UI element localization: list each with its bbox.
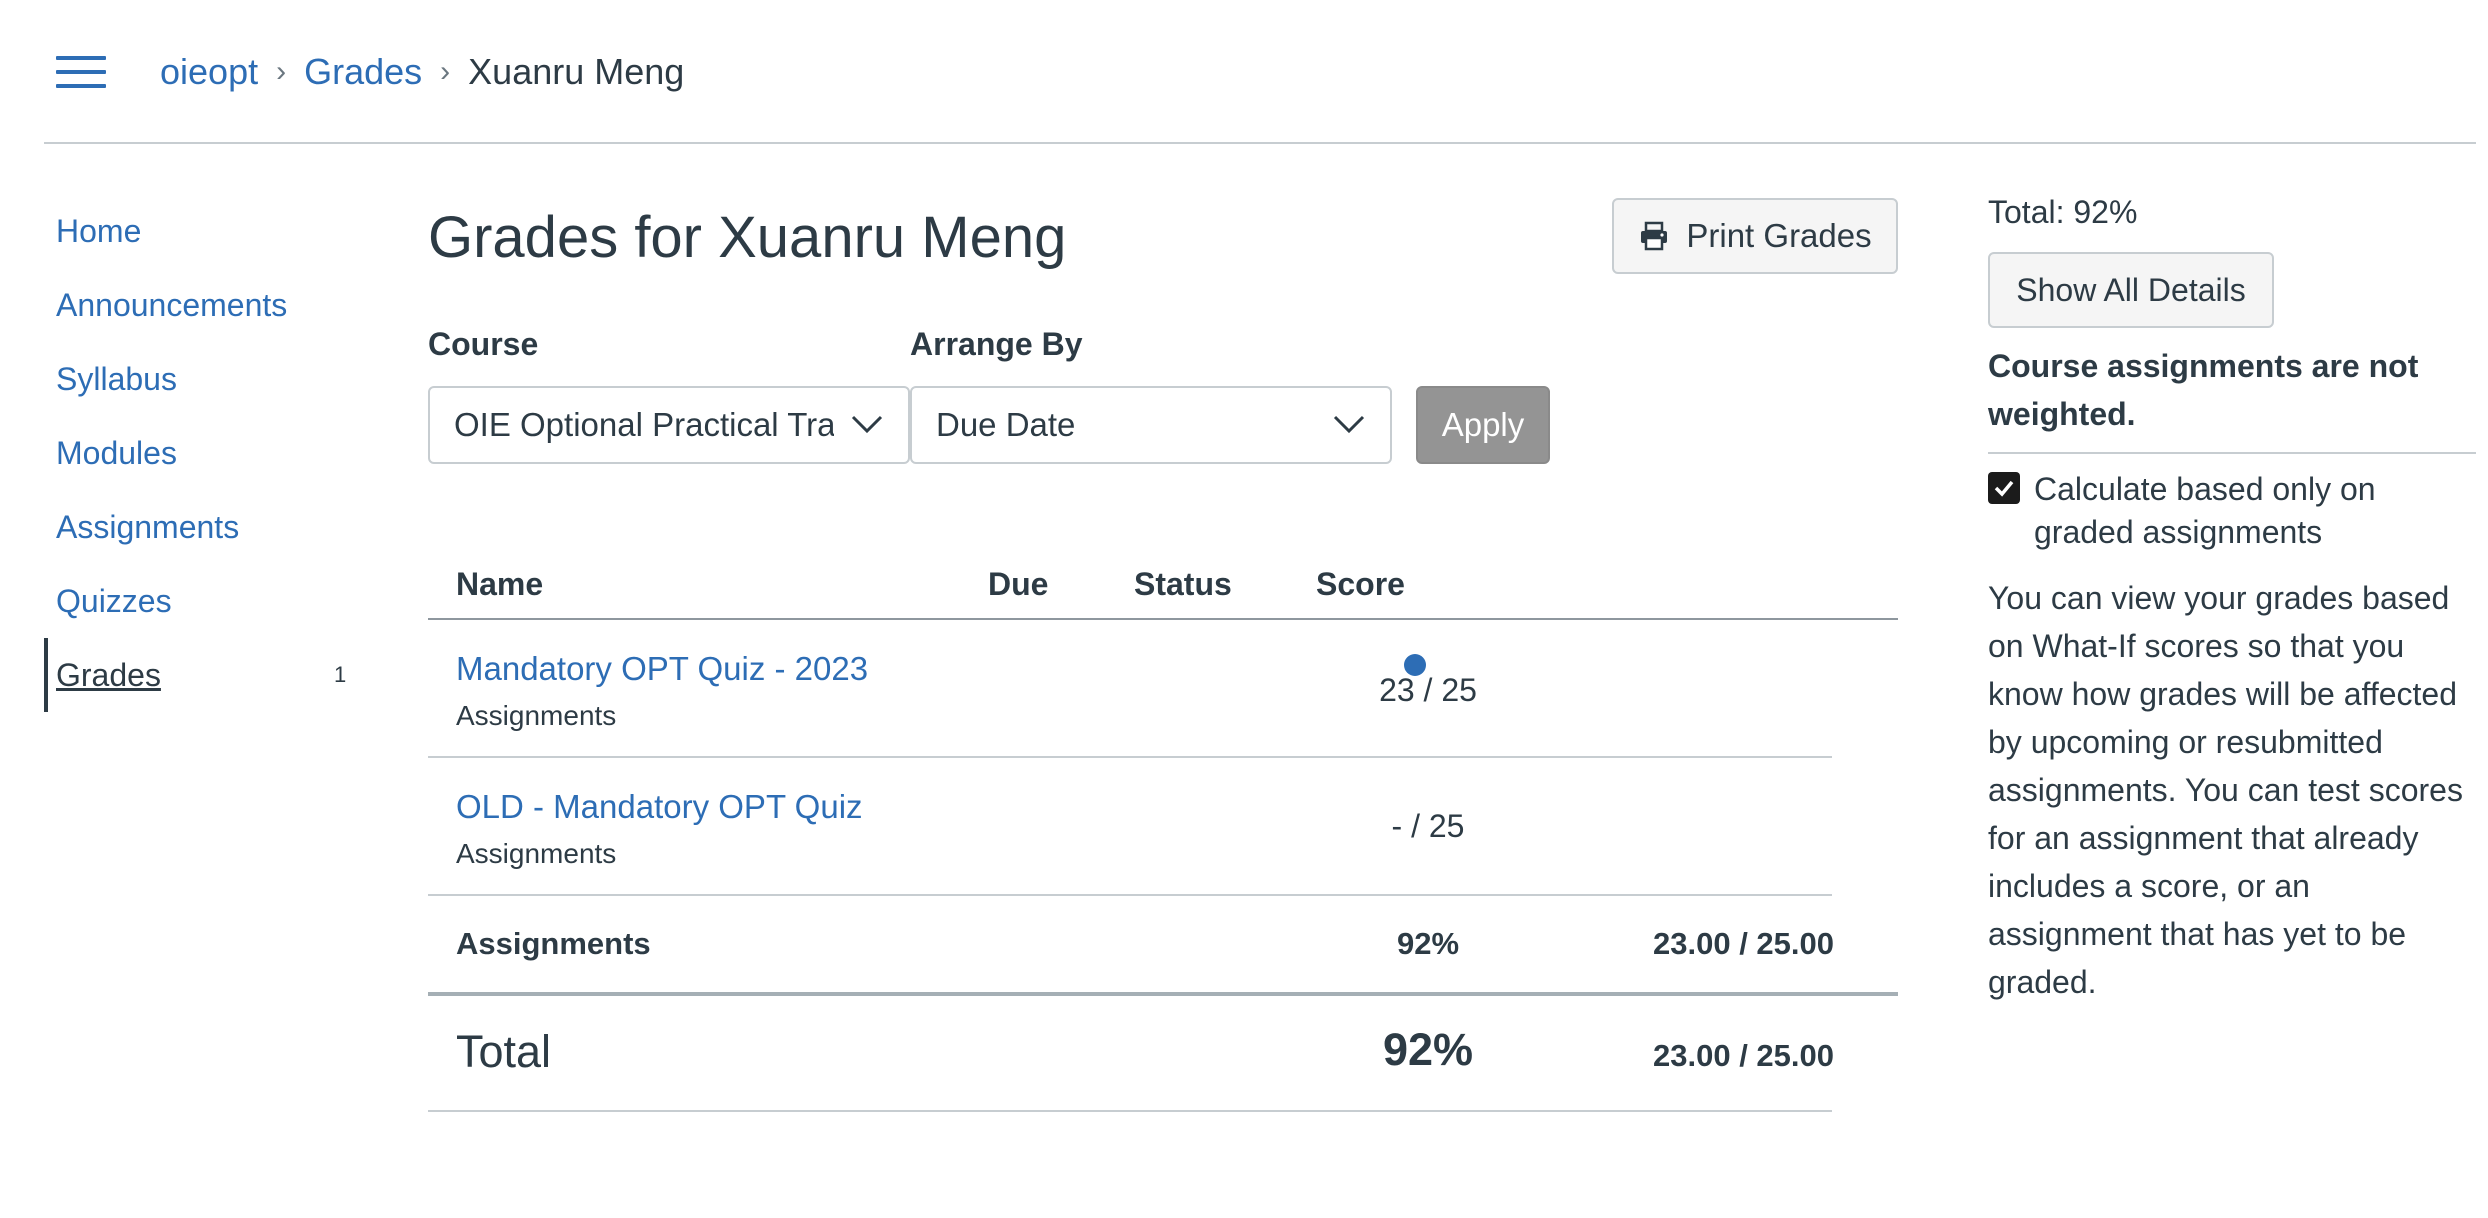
course-select[interactable]: OIE Optional Practical Training bbox=[428, 386, 910, 464]
group-total-percent: 92% bbox=[1396, 926, 1460, 961]
sidebar-total: Total: 92% bbox=[1988, 194, 2138, 230]
group-total-row: Assignments 92% 23.00 / 25.00 bbox=[428, 896, 1898, 996]
nav-item-modules[interactable]: Modules bbox=[44, 416, 354, 490]
nav-item-quizzes[interactable]: Quizzes bbox=[44, 564, 354, 638]
chevron-down-icon bbox=[851, 415, 883, 434]
column-header-name[interactable]: Name bbox=[456, 566, 543, 603]
nav-item-syllabus[interactable]: Syllabus bbox=[44, 342, 354, 416]
print-grades-button[interactable]: Print Grades bbox=[1612, 198, 1898, 274]
calculate-graded-only-label[interactable]: Calculate based only on graded assignmen… bbox=[2034, 468, 2476, 554]
what-if-description: You can view your grades based on What-I… bbox=[1988, 580, 2463, 1000]
nav-item-home[interactable]: Home bbox=[44, 194, 354, 268]
nav-item-announcements[interactable]: Announcements bbox=[44, 268, 354, 342]
group-total-fraction: 23.00 / 25.00 bbox=[1653, 926, 1834, 961]
weight-note: Course assignments are not weighted. bbox=[1988, 342, 2476, 454]
arrange-by-label: Arrange By bbox=[910, 326, 1083, 362]
nav-item-assignments[interactable]: Assignments bbox=[44, 490, 354, 564]
assignment-group: Assignments bbox=[456, 838, 617, 869]
checkmark-icon bbox=[1994, 480, 2014, 497]
apply-button[interactable]: Apply bbox=[1416, 386, 1550, 464]
nav-item-grades[interactable]: Grades 1 bbox=[44, 638, 354, 712]
show-all-details-button[interactable]: Show All Details bbox=[1988, 252, 2274, 328]
chevron-down-icon bbox=[1333, 415, 1365, 434]
final-total-fraction: 23.00 / 25.00 bbox=[1653, 1038, 1834, 1073]
breadcrumb-current: Xuanru Meng bbox=[468, 51, 685, 92]
course-select-value: OIE Optional Practical Training bbox=[454, 406, 834, 443]
page-title: Grades for Xuanru Meng bbox=[428, 205, 1067, 270]
printer-icon bbox=[1641, 221, 1668, 251]
chevron-right-icon: › bbox=[440, 55, 451, 88]
calculate-graded-only-checkbox[interactable] bbox=[1988, 472, 2020, 504]
breadcrumb: oieopt › Grades › Xuanru Meng bbox=[160, 50, 684, 94]
chevron-right-icon: › bbox=[276, 55, 287, 88]
breadcrumb-course-link[interactable]: oieopt bbox=[160, 51, 258, 93]
assignment-score: - / 25 bbox=[1391, 808, 1465, 844]
column-header-status[interactable]: Status bbox=[1134, 566, 1232, 603]
hamburger-menu-icon[interactable] bbox=[56, 54, 106, 90]
group-total-label: Assignments bbox=[456, 926, 651, 961]
grades-table: Name Due Status Score Mandatory OPT Quiz… bbox=[428, 560, 1898, 1112]
table-row: Mandatory OPT Quiz - 2023 Assignments 23… bbox=[428, 620, 1832, 758]
arrange-by-value: Due Date bbox=[936, 406, 1076, 443]
assignment-score: 23 / 25 bbox=[1379, 672, 1477, 708]
final-total-percent: 92% bbox=[1382, 1024, 1474, 1075]
assignment-link[interactable]: Mandatory OPT Quiz - 2023 bbox=[456, 650, 868, 688]
calculate-graded-only-option: Calculate based only on graded assignmen… bbox=[1988, 468, 2476, 554]
table-row: OLD - Mandatory OPT Quiz Assignments - /… bbox=[428, 758, 1832, 896]
assignment-group: Assignments bbox=[456, 700, 617, 731]
table-header-row: Name Due Status Score bbox=[428, 560, 1898, 620]
assignment-link[interactable]: OLD - Mandatory OPT Quiz bbox=[456, 788, 863, 826]
print-grades-label: Print Grades bbox=[1686, 217, 1872, 254]
column-header-score[interactable]: Score bbox=[1316, 566, 1405, 603]
nav-badge-count: 1 bbox=[334, 662, 347, 687]
course-navigation: Home Announcements Syllabus Modules Assi… bbox=[44, 194, 354, 712]
nav-item-label: Grades bbox=[56, 657, 161, 693]
final-total-row: Total 92% 23.00 / 25.00 bbox=[428, 996, 1834, 1112]
breadcrumb-grades-link[interactable]: Grades bbox=[304, 51, 422, 93]
header-bar: oieopt › Grades › Xuanru Meng bbox=[44, 0, 2476, 144]
course-select-label: Course bbox=[428, 326, 539, 362]
arrange-by-select[interactable]: Due Date bbox=[910, 386, 1392, 464]
column-header-due[interactable]: Due bbox=[988, 566, 1048, 603]
final-total-label: Total bbox=[456, 1026, 552, 1077]
